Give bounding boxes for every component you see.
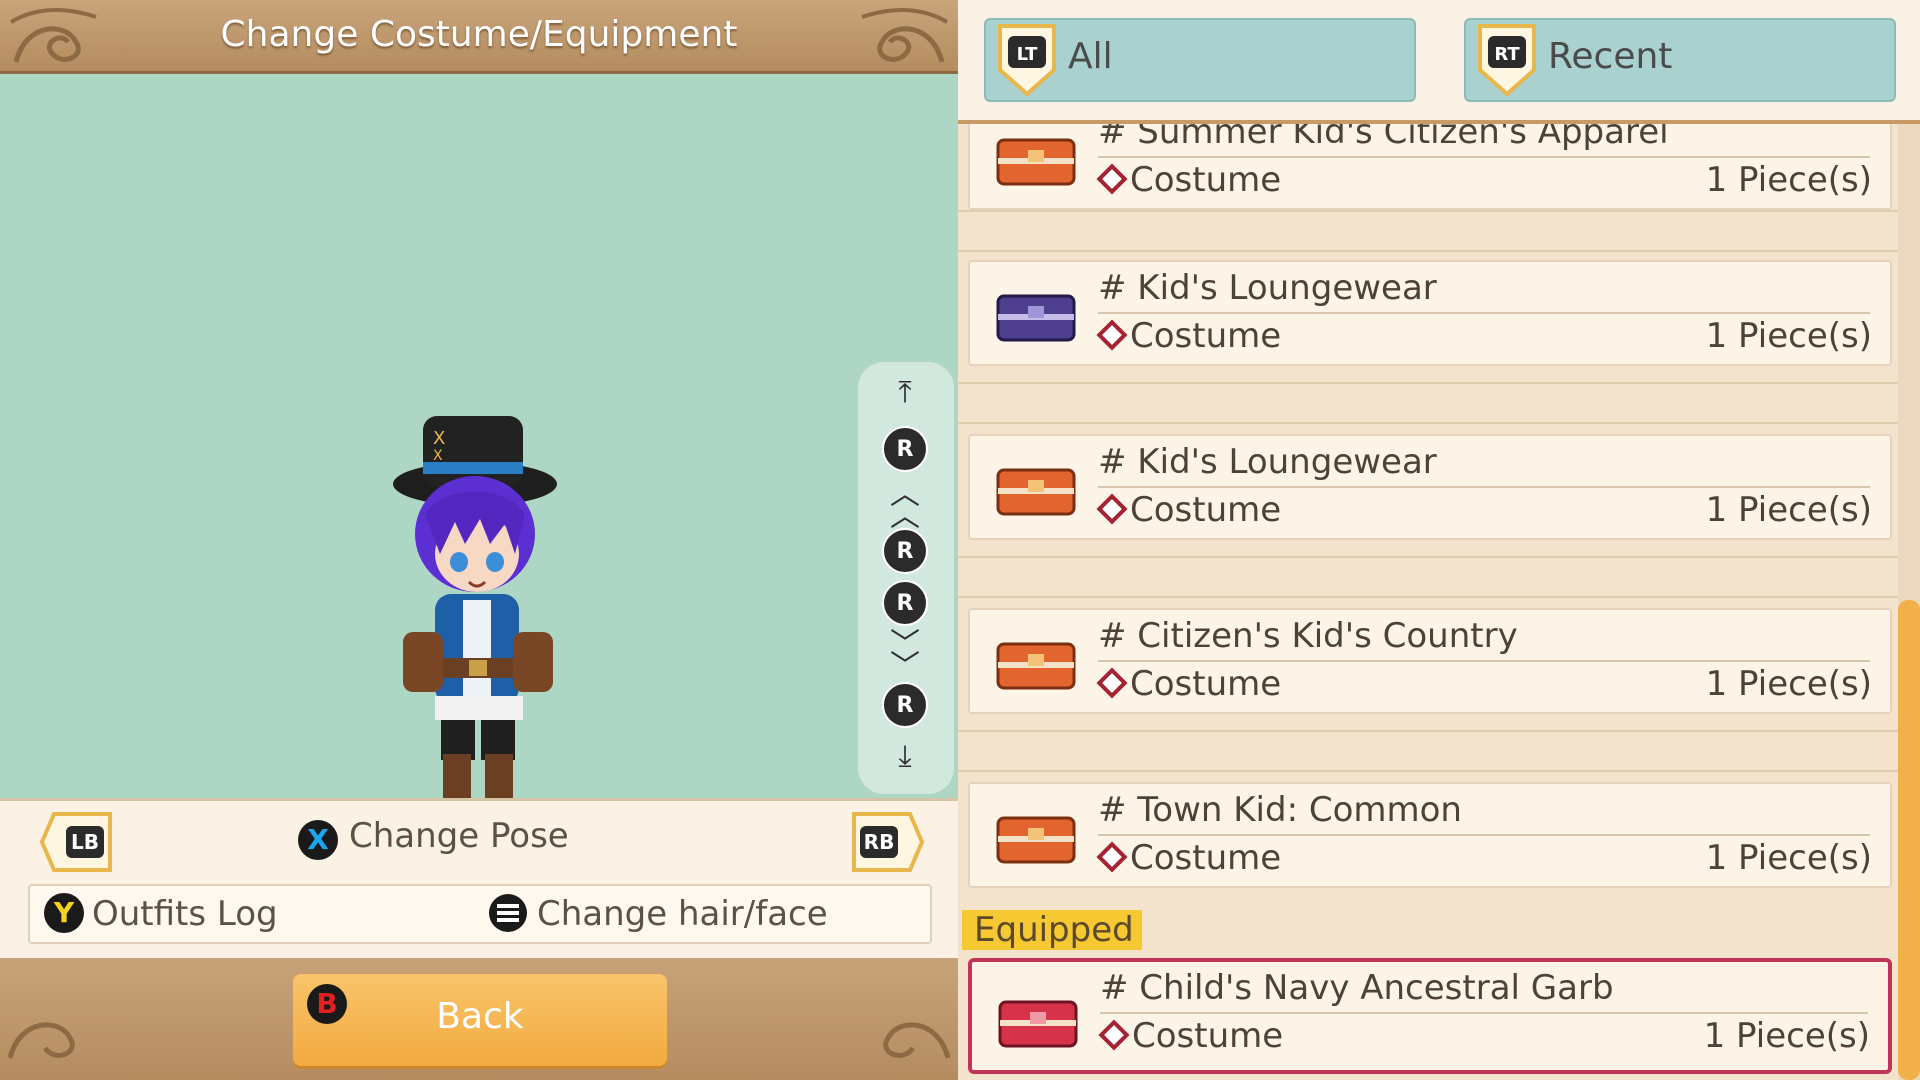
item-name: # Town Kid: Common <box>1098 790 1462 830</box>
outfits-log-label[interactable]: Outfits Log <box>92 894 278 934</box>
category-diamond-icon <box>1096 841 1128 873</box>
item-name: # Summer Kid's Citizen's Apparel <box>1098 124 1669 152</box>
menu-button-icon[interactable] <box>488 893 528 933</box>
character-preview[interactable]: X X ⤒ R ︿ ︿ R R ﹀ ﹀ R ⤓ <box>0 74 958 836</box>
filter-tabs: LT All RT Recent <box>958 0 1920 124</box>
item-quantity: 1 Piece(s) <box>1705 316 1872 356</box>
costume-box-icon <box>996 294 1076 342</box>
divider <box>958 730 1898 772</box>
change-pose-label[interactable]: Change Pose <box>349 816 569 856</box>
costume-box-icon <box>998 1000 1078 1048</box>
item-category: Costume <box>1130 490 1282 530</box>
item-name: # Child's Navy Ancestral Garb <box>1100 968 1614 1008</box>
category-diamond-icon <box>1098 1019 1130 1051</box>
ornament-right-icon <box>861 8 949 63</box>
category-diamond-icon <box>1096 163 1128 195</box>
equipped-badge: Equipped <box>962 910 1142 950</box>
divider <box>958 556 1898 598</box>
list-item[interactable]: # Citizen's Kid's Country Costume 1 Piec… <box>968 608 1892 714</box>
pose-row: LB X Change Pose RB <box>0 808 958 872</box>
category-diamond-icon <box>1096 667 1128 699</box>
item-category: Costume <box>1130 838 1282 878</box>
divider <box>958 382 1898 424</box>
item-category: Costume <box>1132 1016 1284 1056</box>
scrollbar-thumb[interactable] <box>1898 600 1920 1080</box>
rt-label: RT <box>1494 44 1520 65</box>
rt-trigger-icon: RT <box>1478 24 1536 97</box>
rb-label: RB <box>863 830 895 854</box>
back-label: Back <box>436 996 524 1037</box>
item-name: # Kid's Loungewear <box>1098 268 1437 308</box>
item-name: # Citizen's Kid's Country <box>1098 616 1518 656</box>
list-item[interactable]: # Town Kid: Common Costume 1 Piece(s) <box>968 782 1892 888</box>
category-diamond-icon <box>1096 493 1128 525</box>
rotate-left-button[interactable]: R <box>882 528 928 574</box>
chevron-down-icon: ﹀ <box>890 649 920 684</box>
ornament-bottom-right-icon <box>883 1022 951 1059</box>
costume-box-icon <box>996 816 1076 864</box>
y-button-icon[interactable]: Y <box>44 893 84 933</box>
category-diamond-icon <box>1096 319 1128 351</box>
item-name: # Kid's Loungewear <box>1098 442 1437 482</box>
item-quantity: 1 Piece(s) <box>1705 490 1872 530</box>
lt-trigger-icon: LT <box>998 24 1056 97</box>
item-quantity: 1 Piece(s) <box>1705 664 1872 704</box>
title-bar: Change Costume/Equipment <box>0 0 958 74</box>
list-item[interactable]: # Kid's Loungewear Costume 1 Piece(s) <box>968 434 1892 540</box>
divider <box>958 210 1898 252</box>
change-hair-face-label[interactable]: Change hair/face <box>537 894 828 934</box>
costume-box-icon <box>996 138 1076 186</box>
list-item[interactable]: # Summer Kid's Citizen's Apparel Costume… <box>968 124 1892 210</box>
item-category: Costume <box>1130 664 1282 704</box>
equipped-list-item[interactable]: # Child's Navy Ancestral Garb Costume 1 … <box>968 958 1892 1074</box>
list-item[interactable]: # Kid's Loungewear Costume 1 Piece(s) <box>968 260 1892 366</box>
back-button[interactable]: B Back <box>293 974 667 1066</box>
page-title: Change Costume/Equipment <box>220 14 738 55</box>
item-quantity: 1 Piece(s) <box>1703 1016 1870 1056</box>
item-quantity: 1 Piece(s) <box>1705 838 1872 878</box>
scroll-bottom-icon[interactable]: ⤓ <box>889 742 921 772</box>
lt-label: LT <box>1017 44 1038 65</box>
costume-box-icon <box>996 642 1076 690</box>
item-quantity: 1 Piece(s) <box>1705 160 1872 200</box>
costume-box-icon <box>996 468 1076 516</box>
rotate-right-button[interactable]: R <box>882 580 928 626</box>
ornament-bottom-left-icon <box>7 1022 75 1059</box>
tab-all[interactable]: LT All <box>984 18 1416 102</box>
scroll-top-icon[interactable]: ⤒ <box>889 378 921 408</box>
tab-recent[interactable]: RT Recent <box>1464 18 1896 102</box>
camera-controls: ⤒ R ︿ ︿ R R ﹀ ﹀ R ⤓ <box>858 362 954 794</box>
svg-text:X: X <box>433 428 445 449</box>
tab-recent-label: Recent <box>1548 36 1673 77</box>
rotate-down-button[interactable]: R <box>882 682 928 728</box>
character-sprite: X X <box>393 416 557 836</box>
x-button-icon[interactable]: X <box>298 820 338 860</box>
item-category: Costume <box>1130 316 1282 356</box>
lb-label: LB <box>71 830 99 854</box>
tab-all-label: All <box>1068 36 1113 77</box>
item-category: Costume <box>1130 160 1282 200</box>
svg-text:X: X <box>433 448 443 464</box>
rotate-up-button[interactable]: R <box>882 426 928 472</box>
